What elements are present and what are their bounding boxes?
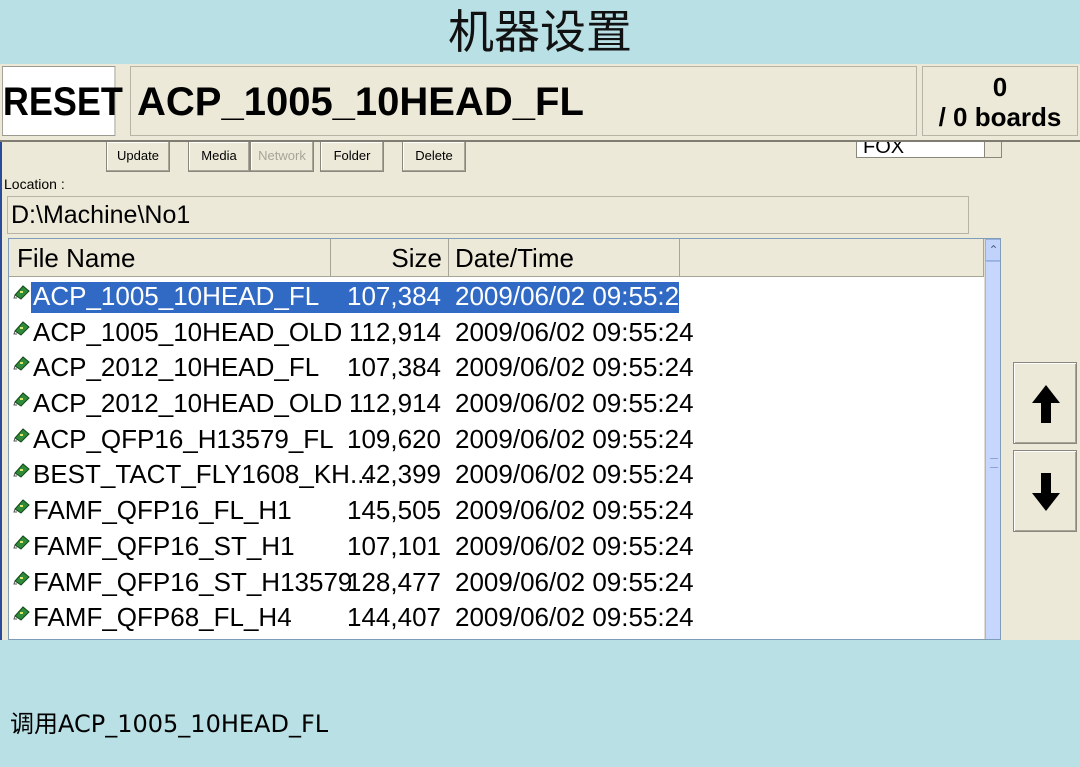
table-row[interactable]: FAMF_QFP68_FL_H4 144,407 2009/06/02 09:5… [9, 600, 984, 636]
pcb-file-icon [13, 285, 30, 300]
file-size: 144,407 [347, 602, 441, 633]
pcb-file-icon [13, 392, 30, 407]
vertical-scrollbar[interactable]: ⌃ [984, 239, 1000, 639]
file-name: FAMF_QFP16_FL_H1 [33, 495, 292, 526]
program-name-display: ACP_1005_10HEAD_FL [130, 66, 917, 136]
table-row[interactable]: FAMF_QFP16_ST_H13579 128,477 2009/06/02 … [9, 565, 984, 601]
chevron-down-icon[interactable] [984, 142, 1001, 157]
file-name: ACP_1005_10HEAD_OLD [33, 316, 343, 347]
file-name: ACP_1005_10HEAD_FL [33, 281, 320, 311]
column-header-date-time[interactable]: Date/Time [449, 239, 680, 277]
file-name: ACP_QFP16_H13579_FL [33, 423, 334, 454]
file-rows: ACP_1005_10HEAD_FL 107,384 2009/06/02 09… [9, 279, 984, 636]
slide-title: 机器设置 [448, 5, 632, 59]
reset-button[interactable]: RESET [2, 66, 123, 136]
board-counter: 0 / 0 boards [922, 66, 1078, 136]
board-count: 0 [992, 72, 1008, 102]
pcb-file-icon [13, 606, 30, 621]
pcb-file-icon [13, 499, 30, 514]
board-total: / 0 boards [938, 102, 1062, 132]
file-name: BEST_TACT_FLY1608_KH... [33, 459, 372, 490]
file-date: 2009/06/02 09:55:24 [455, 352, 694, 383]
file-name: FAMF_QFP16_ST_H13579 [33, 566, 353, 597]
column-header-filler [680, 239, 984, 277]
window-edge [0, 142, 2, 640]
pcb-file-icon [13, 463, 30, 479]
file-size: 128,477 [347, 566, 441, 597]
file-date: 2009/06/02 09:55:24 [455, 566, 694, 597]
file-date: 2009/06/02 09:55:24 [455, 388, 694, 419]
file-size: 145,505 [347, 495, 441, 526]
file-name: ACP_2012_10HEAD_OLD [33, 388, 343, 419]
pcb-file-icon [13, 320, 30, 336]
table-row[interactable]: ACP_1005_10HEAD_FL 107,384 2009/06/02 09… [9, 279, 984, 315]
delete-button[interactable]: Delete [402, 142, 466, 172]
media-button[interactable]: Media [188, 142, 250, 172]
location-label: Location : [4, 176, 65, 192]
file-size: 42,399 [361, 459, 441, 490]
pcb-file-icon [13, 428, 30, 443]
file-size: 112,914 [348, 316, 441, 347]
pcb-file-icon [13, 570, 30, 586]
network-button[interactable]: Network [250, 142, 314, 172]
grip-icon [990, 458, 998, 468]
file-size: 109,620 [347, 423, 441, 454]
file-date: 2009/06/02 09:55:24 [455, 602, 694, 633]
drive-combo[interactable]: FOX [856, 142, 1002, 158]
folder-button[interactable]: Folder [320, 142, 384, 172]
file-list[interactable]: File Name Size Date/Time ACP_1005_10HEAD… [8, 238, 1001, 640]
file-date: 2009/06/02 09:55:24 [455, 423, 694, 454]
scrollbar-thumb[interactable] [985, 261, 1000, 639]
pcb-file-icon [13, 535, 30, 550]
update-button[interactable]: Update [106, 142, 170, 172]
file-size: 112,914 [348, 388, 441, 419]
drive-combo-value: FOX [863, 142, 905, 158]
arrow-up-icon [1032, 385, 1060, 423]
slide-caption: 调用ACP_1005_10HEAD_FL [10, 710, 329, 738]
pcb-file-icon [13, 356, 30, 372]
file-size: 107,384 [347, 352, 441, 383]
column-header-file-name[interactable]: File Name [9, 239, 331, 277]
file-name: FAMF_QFP16_ST_H1 [33, 530, 295, 561]
chevron-up-icon[interactable]: ⌃ [985, 239, 1000, 261]
file-name: FAMF_QFP68_FL_H4 [33, 602, 292, 633]
file-size: 107,101 [347, 530, 441, 561]
file-date: 2009/06/02 09:55:24 [455, 316, 694, 347]
file-date: 2009/06/02 09:55:24 [455, 495, 694, 526]
page-up-button[interactable] [1013, 362, 1077, 444]
arrow-down-icon [1032, 473, 1060, 511]
table-row[interactable]: ACP_QFP16_H13579_FL 109,620 2009/06/02 0… [9, 422, 984, 458]
file-date: 2009/06/02 09:55:24 [455, 459, 694, 490]
table-row[interactable]: FAMF_QFP16_ST_H1 107,101 2009/06/02 09:5… [9, 529, 984, 565]
file-size: 107,384 [347, 281, 441, 311]
file-name: ACP_2012_10HEAD_FL [33, 352, 320, 383]
table-row[interactable]: ACP_2012_10HEAD_FL 107,384 2009/06/02 09… [9, 350, 984, 386]
table-row[interactable]: FAMF_QFP16_FL_H1 145,505 2009/06/02 09:5… [9, 493, 984, 529]
table-row[interactable]: ACP_1005_10HEAD_OLD 112,914 2009/06/02 0… [9, 315, 984, 351]
file-date: 2009/06/02 09:55:24 [455, 281, 694, 311]
table-row[interactable]: ACP_2012_10HEAD_OLD 112,914 2009/06/02 0… [9, 386, 984, 422]
table-row[interactable]: BEST_TACT_FLY1608_KH... 42,399 2009/06/0… [9, 457, 984, 493]
column-header-size[interactable]: Size [331, 239, 449, 277]
file-date: 2009/06/02 09:55:24 [455, 530, 694, 561]
location-path-field[interactable]: D:\Machine\No1 [7, 196, 969, 234]
file-manager-window: RESET ACP_1005_10HEAD_FL 0 / 0 boards Up… [0, 64, 1080, 640]
page-down-button[interactable] [1013, 450, 1077, 532]
